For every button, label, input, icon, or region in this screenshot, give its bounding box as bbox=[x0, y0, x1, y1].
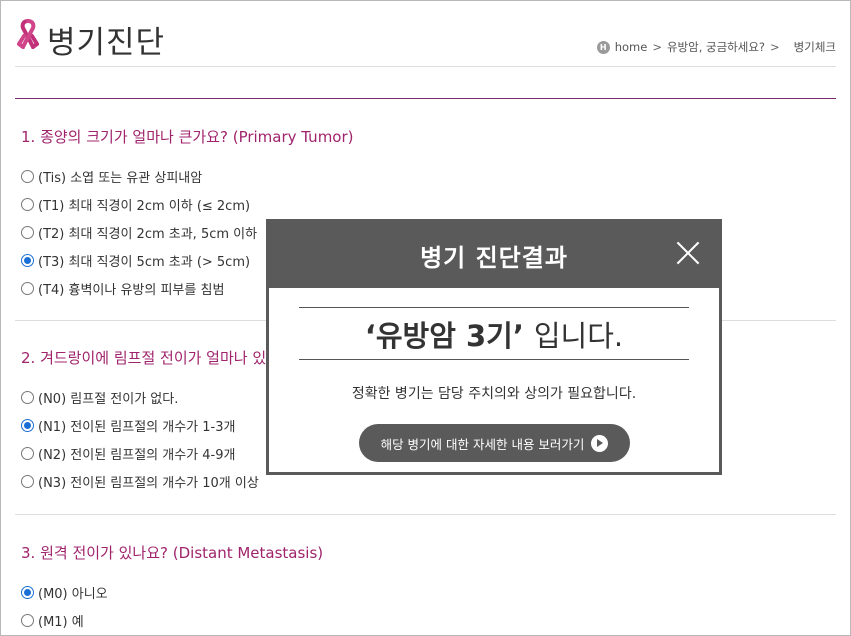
view-details-label: 해당 병기에 대한 자세한 내용 보러가기 bbox=[380, 436, 585, 452]
question-1-option-t2[interactable]: (T2) 최대 직경이 2cm 초과, 5cm 이하 bbox=[21, 223, 257, 242]
question-1-option-t4[interactable]: (T4) 흉벽이나 유방의 피부를 침범 bbox=[21, 279, 224, 298]
breadcrumb-current: 병기체크 bbox=[793, 40, 836, 54]
option-label: (T2) 최대 직경이 2cm 초과, 5cm 이하 bbox=[38, 227, 258, 242]
radio-button[interactable] bbox=[21, 614, 34, 627]
accent-divider bbox=[15, 98, 836, 99]
modal-note: 정확한 병기는 담당 주치의와 상의가 필요합니다. bbox=[351, 386, 637, 402]
radio-button[interactable] bbox=[21, 391, 34, 404]
home-icon[interactable]: H bbox=[596, 40, 610, 54]
pink-ribbon-icon bbox=[17, 19, 39, 49]
page-header: 병기진단 H home > 유방암, 궁금하세요? > 병기체크 bbox=[15, 15, 836, 67]
option-label: (T4) 흉벽이나 유방의 피부를 침범 bbox=[38, 283, 225, 298]
radio-button[interactable] bbox=[21, 170, 34, 183]
radio-button[interactable] bbox=[21, 475, 34, 488]
modal-header: 병기 진단결과 bbox=[266, 219, 722, 288]
question-2-option-n1[interactable]: (N1) 전이된 림프절의 개수가 1-3개 bbox=[21, 416, 235, 435]
result-modal: 병기 진단결과 ‘유방암 3기’ 입니다. 정확한 병기는 담당 주치의와 상의… bbox=[266, 219, 722, 475]
view-details-button[interactable]: 해당 병기에 대한 자세한 내용 보러가기 bbox=[359, 424, 630, 462]
breadcrumb-separator: > bbox=[770, 40, 780, 54]
option-label: (T3) 최대 직경이 5cm 초과 (> 5cm) bbox=[38, 255, 251, 270]
radio-button[interactable] bbox=[21, 447, 34, 460]
breadcrumb-home[interactable]: home bbox=[615, 40, 648, 54]
result-suffix: 입니다. bbox=[533, 318, 624, 353]
radio-button[interactable] bbox=[21, 282, 34, 295]
breadcrumb: H home > 유방암, 궁금하세요? > 병기체크 bbox=[596, 39, 836, 55]
question-2-title: 2. 겨드랑이에 림프절 전이가 얼마나 있나요? bbox=[21, 349, 302, 367]
radio-button-selected[interactable] bbox=[21, 586, 34, 599]
page-title: 병기진단 bbox=[47, 25, 166, 61]
page-frame: 병기진단 H home > 유방암, 궁금하세요? > 병기체크 1. 종양의 … bbox=[0, 0, 851, 636]
question-2-option-n2[interactable]: (N2) 전이된 림프절의 개수가 4-9개 bbox=[21, 444, 235, 463]
question-1-option-t3[interactable]: (T3) 최대 직경이 5cm 초과 (> 5cm) bbox=[21, 251, 250, 270]
question-3-title: 3. 원격 전이가 있나요? (Distant Metastasis) bbox=[21, 544, 324, 562]
radio-button-selected[interactable] bbox=[21, 419, 34, 432]
option-label: (N3) 전이된 림프절의 개수가 10개 이상 bbox=[38, 476, 259, 491]
option-label: (M1) 예 bbox=[38, 615, 84, 630]
result-box: ‘유방암 3기’ 입니다. bbox=[299, 307, 689, 360]
close-icon[interactable] bbox=[676, 241, 700, 265]
question-2-option-n0[interactable]: (N0) 림프절 전이가 없다. bbox=[21, 388, 178, 407]
question-1-option-tis[interactable]: (Tis) 소엽 또는 유관 상피내암 bbox=[21, 167, 202, 186]
option-label: (M0) 아니오 bbox=[38, 587, 108, 602]
option-label: (N2) 전이된 림프절의 개수가 4-9개 bbox=[38, 448, 236, 463]
radio-button[interactable] bbox=[21, 198, 34, 211]
option-label: (N0) 림프절 전이가 없다. bbox=[38, 392, 179, 407]
play-circle-icon bbox=[591, 434, 609, 452]
modal-title: 병기 진단결과 bbox=[420, 244, 568, 272]
breadcrumb-separator: > bbox=[652, 40, 662, 54]
question-1-title: 1. 종양의 크기가 얼마나 큰가요? (Primary Tumor) bbox=[21, 128, 354, 146]
option-label: (Tis) 소엽 또는 유관 상피내암 bbox=[38, 171, 203, 186]
radio-button[interactable] bbox=[21, 226, 34, 239]
option-label: (T1) 최대 직경이 2cm 이하 (≤ 2cm) bbox=[38, 199, 251, 214]
question-2-option-n3[interactable]: (N3) 전이된 림프절의 개수가 10개 이상 bbox=[21, 472, 259, 491]
breadcrumb-section[interactable]: 유방암, 궁금하세요? bbox=[667, 39, 765, 55]
question-3-option-m0[interactable]: (M0) 아니오 bbox=[21, 583, 108, 602]
question-3-option-m1[interactable]: (M1) 예 bbox=[21, 611, 84, 630]
option-label: (N1) 전이된 림프절의 개수가 1-3개 bbox=[38, 420, 236, 435]
question-1-option-t1[interactable]: (T1) 최대 직경이 2cm 이하 (≤ 2cm) bbox=[21, 195, 250, 214]
radio-button-selected[interactable] bbox=[21, 254, 34, 267]
section-divider bbox=[15, 514, 836, 515]
result-stage: ‘유방암 3기’ bbox=[364, 318, 524, 353]
